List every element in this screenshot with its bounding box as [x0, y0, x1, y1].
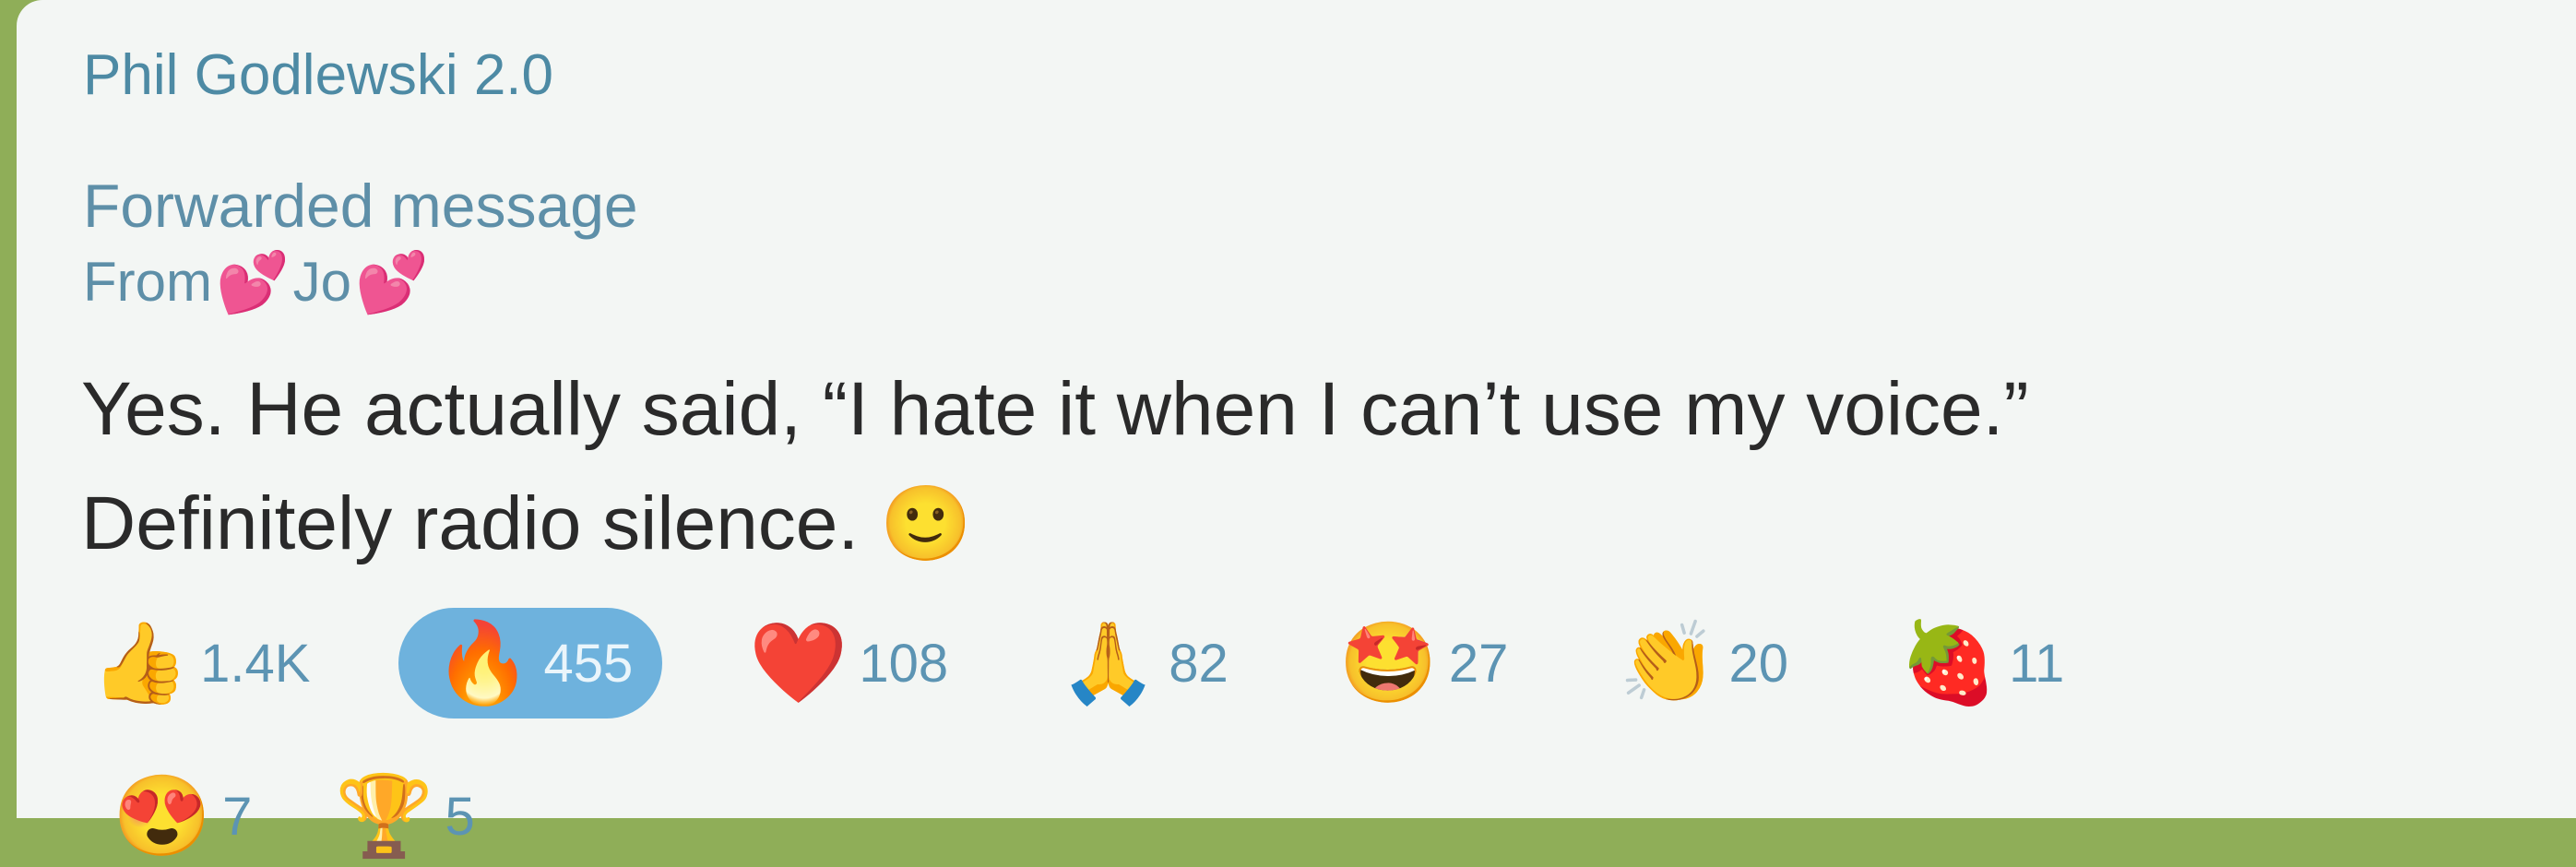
- pray-icon: 🙏: [1059, 619, 1158, 707]
- smile-emoji-icon: 🙂: [879, 482, 972, 564]
- message-text-line: Definitely radio silence. 🙂: [81, 481, 972, 565]
- sender-name[interactable]: Phil Godlewski 2.0: [83, 41, 2576, 111]
- reactions-bar: 👍 1.4K 🔥 455 ❤️ 108 🙏 82 🤩 27 👏 20 🍓 11: [68, 603, 2153, 723]
- fire-icon: 🔥: [433, 619, 533, 707]
- forwarded-from[interactable]: From 💕 Jo 💕: [83, 245, 2576, 319]
- trophy-icon: 🏆: [335, 772, 434, 861]
- reaction-pray[interactable]: 🙏 82: [1037, 608, 1252, 719]
- reaction-count: 5: [445, 786, 475, 847]
- hearts-icon: 💕: [215, 249, 290, 315]
- reaction-count: 455: [543, 633, 634, 694]
- reaction-count: 1.4K: [200, 633, 311, 694]
- reaction-fire[interactable]: 🔥 455: [398, 608, 663, 719]
- from-name[interactable]: Jo: [293, 245, 351, 319]
- reaction-count: 7: [222, 786, 253, 847]
- heart-eyes-icon: 😍: [113, 772, 212, 861]
- reaction-heart[interactable]: ❤️ 108: [727, 608, 972, 719]
- heart-icon: ❤️: [749, 619, 849, 707]
- reaction-star-struck[interactable]: 🤩 27: [1317, 608, 1533, 719]
- reaction-heart-eyes[interactable]: 😍 7: [90, 766, 276, 867]
- reaction-count: 82: [1169, 633, 1229, 694]
- forwarded-label: Forwarded message: [83, 172, 638, 240]
- star-struck-icon: 🤩: [1338, 619, 1438, 707]
- reaction-count: 27: [1448, 633, 1509, 694]
- reaction-thumbs-up[interactable]: 👍 1.4K: [68, 608, 334, 719]
- strawberry-icon: 🍓: [1899, 619, 1999, 707]
- reaction-trophy[interactable]: 🏆 5: [313, 766, 498, 867]
- reaction-count: 108: [859, 633, 949, 694]
- reaction-count: 11: [2009, 633, 2065, 694]
- reaction-clap[interactable]: 👏 20: [1597, 608, 1812, 719]
- message-text: Yes. He actually said, “I hate it when I…: [81, 352, 2576, 581]
- reactions-bar-row2: 😍 7 🏆 5: [90, 766, 536, 867]
- thumbs-up-icon: 👍: [90, 619, 190, 707]
- reaction-count: 20: [1728, 633, 1788, 694]
- clap-icon: 👏: [1619, 619, 1718, 707]
- hearts-icon: 💕: [355, 249, 429, 315]
- from-prefix: From: [83, 251, 212, 313]
- message-text-line: Yes. He actually said, “I hate it when I…: [81, 367, 2029, 451]
- reaction-strawberry[interactable]: 🍓 11: [1877, 608, 2088, 719]
